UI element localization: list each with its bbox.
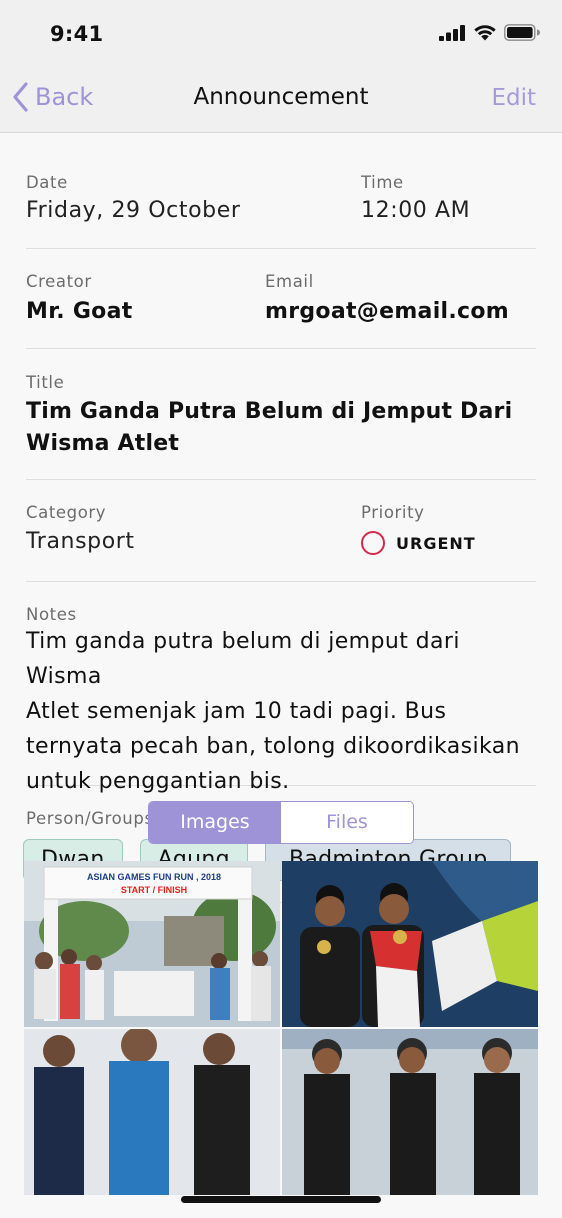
- title-section: Title Tim Ganda Putra Belum di Jemput Da…: [26, 349, 536, 480]
- creator-section: Creator Mr. Goat Email mrgoat@email.com: [26, 249, 536, 349]
- urgent-circle-icon: [361, 531, 385, 555]
- announcement-screen: 9:41 Back Announcement Edit Date Friday,…: [0, 0, 562, 1218]
- edit-button[interactable]: Edit: [491, 85, 536, 111]
- banner-text: START / FINISH: [121, 885, 187, 895]
- image-thumbnail-medalists[interactable]: [282, 861, 538, 1027]
- announcement-details: Date Friday, 29 October Time 12:00 AM Cr…: [0, 133, 562, 903]
- category-priority-section: Category Transport Priority URGENT: [26, 480, 536, 582]
- creator-value: Mr. Goat: [26, 299, 133, 324]
- image-grid: ASIAN GAMES FUN RUN , 2018 START / FINIS…: [24, 861, 538, 1195]
- email-value: mrgoat@email.com: [265, 299, 510, 324]
- chevron-left-icon: [13, 82, 28, 112]
- image-thumbnail-athletes[interactable]: [282, 1029, 538, 1195]
- tab-images[interactable]: Images: [149, 802, 281, 843]
- notes-text: Tim ganda putra belum di jemput dari Wis…: [26, 624, 536, 799]
- title-line: Tim Ganda Putra Belum di Jemput Dari: [26, 399, 513, 424]
- creator-label: Creator: [26, 272, 92, 291]
- back-label: Back: [35, 83, 94, 111]
- title-label: Title: [26, 373, 65, 392]
- title-line: Wisma Atlet: [26, 431, 180, 456]
- priority-label: Priority: [361, 503, 425, 522]
- navigation-bar: Back Announcement Edit: [0, 68, 562, 133]
- priority-value: URGENT: [396, 533, 476, 553]
- notes-label: Notes: [26, 605, 77, 624]
- date-value: Friday, 29 October: [26, 198, 241, 223]
- time-value: 12:00 AM: [361, 198, 471, 223]
- email-label: Email: [265, 272, 314, 291]
- notes-line: Atlet semenjak jam 10 tadi pagi. Bus: [26, 699, 447, 724]
- wifi-icon: [474, 25, 496, 41]
- priority-indicator: URGENT: [361, 531, 476, 555]
- home-indicator[interactable]: [181, 1196, 381, 1203]
- attachments-tabs: Images Files: [148, 801, 414, 844]
- notes-line: ternyata pecah ban, tolong dikoordikasik…: [26, 734, 520, 759]
- groups-label: Person/Groups: [26, 809, 154, 828]
- status-bar: 9:41: [0, 0, 562, 68]
- banner-text: ASIAN GAMES FUN RUN , 2018: [87, 872, 221, 882]
- date-label: Date: [26, 173, 68, 192]
- notes-line: Tim ganda putra belum di jemput dari Wis…: [26, 629, 460, 689]
- tab-files[interactable]: Files: [281, 802, 413, 843]
- image-thumbnail-fun-run[interactable]: ASIAN GAMES FUN RUN , 2018 START / FINIS…: [24, 861, 280, 1027]
- time-label: Time: [361, 173, 404, 192]
- battery-icon: [504, 24, 540, 41]
- back-button[interactable]: Back: [12, 82, 93, 112]
- announcement-title: Tim Ganda Putra Belum di Jemput Dari Wis…: [26, 396, 512, 460]
- image-thumbnail-officials[interactable]: [24, 1029, 280, 1195]
- status-icons: [439, 24, 540, 41]
- category-value: Transport: [26, 529, 135, 554]
- cellular-signal-icon: [439, 24, 465, 41]
- notes-section: Notes Tim ganda putra belum di jemput da…: [26, 582, 536, 794]
- category-label: Category: [26, 503, 107, 522]
- status-time: 9:41: [50, 22, 104, 46]
- date-time-section: Date Friday, 29 October Time 12:00 AM: [26, 133, 536, 249]
